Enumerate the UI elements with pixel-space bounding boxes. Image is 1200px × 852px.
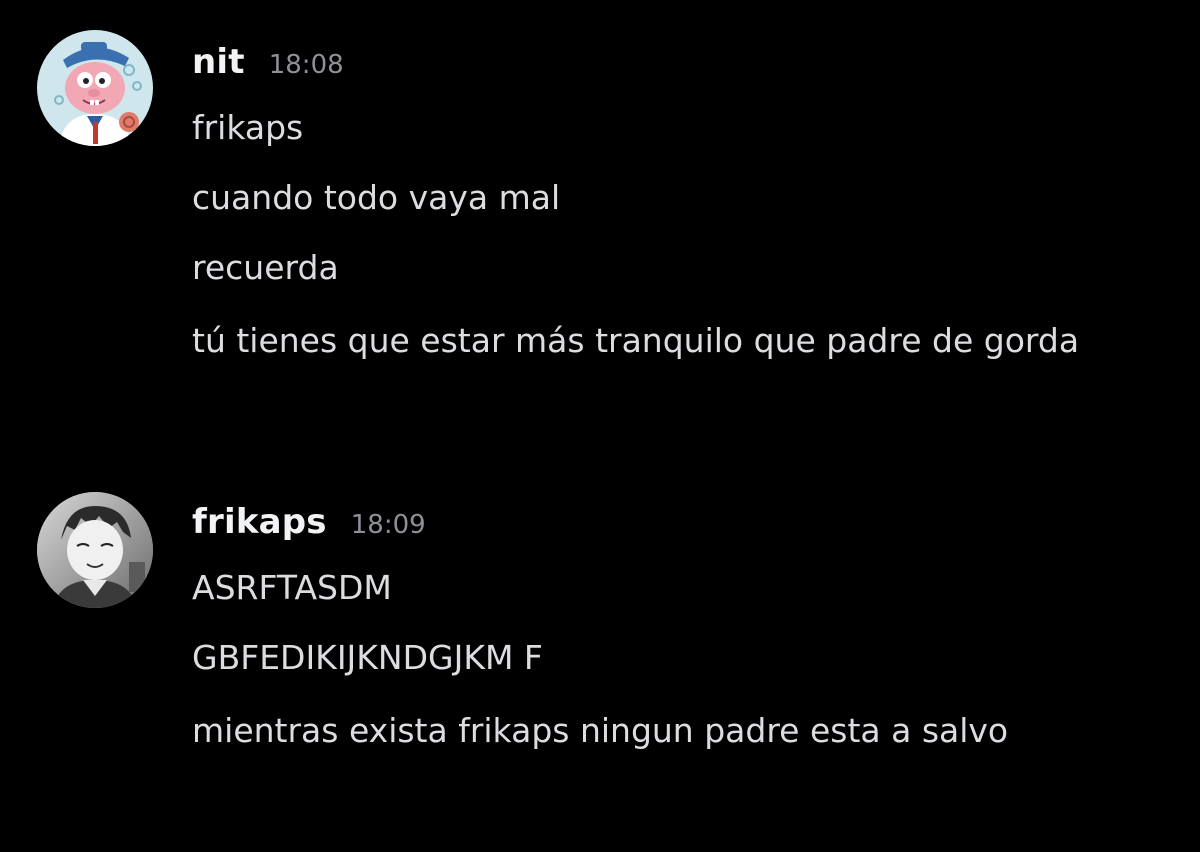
message-content: nit 18:08 frikaps cuando todo vaya mal r… <box>192 42 1172 384</box>
message-line: mientras exista frikaps ningun padre est… <box>192 711 1009 750</box>
message-line: frikaps <box>192 108 304 147</box>
message-line: GBFEDIKIJKNDGJKM F <box>192 638 543 677</box>
message-line: recuerda <box>192 248 339 287</box>
timestamp[interactable]: 18:08 <box>269 50 344 80</box>
avatar[interactable] <box>37 492 153 608</box>
message-header: nit 18:08 <box>192 42 1172 98</box>
username[interactable]: frikaps <box>192 502 327 542</box>
message-header: frikaps 18:09 <box>192 502 1172 558</box>
timestamp[interactable]: 18:09 <box>351 510 426 540</box>
message-line: ASRFTASDM <box>192 568 392 607</box>
avatar[interactable] <box>37 30 153 146</box>
username[interactable]: nit <box>192 42 245 82</box>
message-line: tú tienes que estar más tranquilo que pa… <box>192 321 1080 360</box>
message-line: cuando todo vaya mal <box>192 178 561 217</box>
message-content: frikaps 18:09 ASRFTASDM GBFEDIKIJKNDGJKM… <box>192 502 1172 774</box>
cartoon-sailor-avatar-icon <box>37 30 153 146</box>
grayscale-anime-avatar-icon <box>37 492 153 608</box>
